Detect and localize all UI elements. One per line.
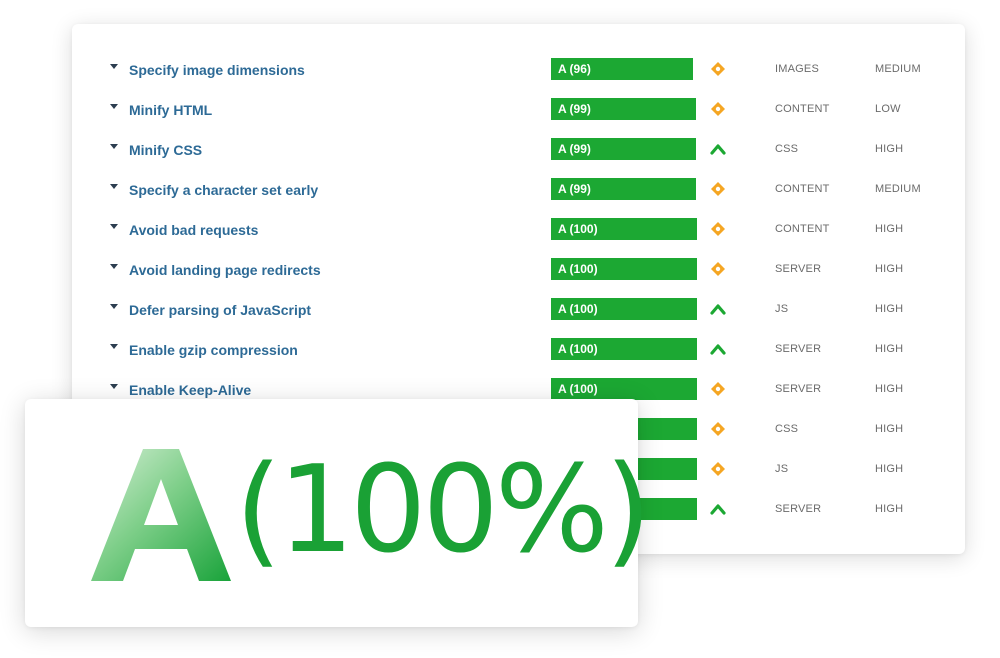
chevron-up-icon bbox=[710, 304, 726, 315]
chevron-up-icon bbox=[710, 344, 726, 355]
type-label: CONTENT bbox=[775, 103, 830, 115]
caret-down-icon[interactable] bbox=[110, 384, 118, 389]
recommendation-name[interactable]: Avoid landing page redirects bbox=[129, 262, 321, 278]
type-label: CSS bbox=[775, 143, 799, 155]
grade-bar: A (99) bbox=[551, 98, 696, 120]
caret-down-icon[interactable] bbox=[110, 344, 118, 349]
type-label: CONTENT bbox=[775, 223, 830, 235]
recommendation-row[interactable]: Avoid landing page redirects A (100) SERVE… bbox=[72, 250, 965, 290]
diamond-icon bbox=[711, 382, 725, 396]
priority-label: HIGH bbox=[875, 143, 904, 155]
priority-label: HIGH bbox=[875, 423, 904, 435]
diamond-icon bbox=[711, 422, 725, 436]
recommendation-name[interactable]: Minify CSS bbox=[129, 142, 202, 158]
grade-bar: A (100) bbox=[551, 298, 697, 320]
recommendation-name[interactable]: Specify a character set early bbox=[129, 182, 318, 198]
type-label: JS bbox=[775, 303, 789, 315]
caret-down-icon[interactable] bbox=[110, 304, 118, 309]
diamond-icon bbox=[711, 102, 725, 116]
recommendation-row[interactable]: Minify HTML A (99) CONTENT LOW bbox=[72, 90, 965, 130]
priority-label: HIGH bbox=[875, 263, 904, 275]
type-label: SERVER bbox=[775, 503, 822, 515]
diamond-icon bbox=[711, 62, 725, 76]
priority-label: HIGH bbox=[875, 303, 904, 315]
grade-bar: A (100) bbox=[551, 378, 697, 400]
priority-label: HIGH bbox=[875, 463, 904, 475]
diamond-icon bbox=[711, 182, 725, 196]
grade-bar: A (100) bbox=[551, 218, 697, 240]
recommendation-name[interactable]: Specify image dimensions bbox=[129, 62, 305, 78]
caret-down-icon[interactable] bbox=[110, 224, 118, 229]
grade-bar: A (99) bbox=[551, 138, 696, 160]
recommendation-row[interactable]: Minify CSS A (99) CSS HIGH bbox=[72, 130, 965, 170]
grade-letter-a bbox=[91, 449, 231, 581]
priority-label: HIGH bbox=[875, 503, 904, 515]
recommendation-name[interactable]: Enable Keep-Alive bbox=[129, 382, 251, 398]
recommendation-name[interactable]: Minify HTML bbox=[129, 102, 212, 118]
grade-percent: (100%) bbox=[235, 441, 652, 580]
diamond-icon bbox=[711, 222, 725, 236]
overall-grade-card: (100%) bbox=[25, 399, 652, 627]
grade-bar: A (99) bbox=[551, 178, 696, 200]
priority-label: HIGH bbox=[875, 223, 904, 235]
caret-down-icon[interactable] bbox=[110, 184, 118, 189]
recommendation-row[interactable]: Specify image dimensions A (96) IMAGES MEDI… bbox=[72, 50, 965, 90]
recommendation-row[interactable]: Specify a character set early A (99) CONTE… bbox=[72, 170, 965, 210]
chevron-up-icon bbox=[710, 144, 726, 155]
grade-bar: A (100) bbox=[551, 258, 697, 280]
recommendation-name[interactable]: Defer parsing of JavaScript bbox=[129, 302, 311, 318]
recommendation-name[interactable]: Enable gzip compression bbox=[129, 342, 298, 358]
type-label: IMAGES bbox=[775, 63, 819, 75]
diamond-icon bbox=[711, 462, 725, 476]
caret-down-icon[interactable] bbox=[110, 144, 118, 149]
recommendation-row[interactable]: Enable gzip compression A (100) SERVER HIGH bbox=[72, 330, 965, 370]
caret-down-icon[interactable] bbox=[110, 64, 118, 69]
type-label: CONTENT bbox=[775, 183, 830, 195]
type-label: SERVER bbox=[775, 383, 822, 395]
diamond-icon bbox=[711, 262, 725, 276]
priority-label: MEDIUM bbox=[875, 63, 921, 75]
recommendation-name[interactable]: Avoid bad requests bbox=[129, 222, 258, 238]
type-label: JS bbox=[775, 463, 789, 475]
recommendation-row[interactable]: Defer parsing of JavaScript A (100) JS HIGH bbox=[72, 290, 965, 330]
caret-down-icon[interactable] bbox=[110, 264, 118, 269]
grade-bar: A (96) bbox=[551, 58, 693, 80]
type-label: CSS bbox=[775, 423, 799, 435]
type-label: SERVER bbox=[775, 343, 822, 355]
priority-label: LOW bbox=[875, 103, 901, 115]
chevron-up-icon bbox=[710, 504, 726, 515]
type-label: SERVER bbox=[775, 263, 822, 275]
caret-down-icon[interactable] bbox=[110, 104, 118, 109]
priority-label: MEDIUM bbox=[875, 183, 921, 195]
grade-bar: A (100) bbox=[551, 338, 697, 360]
priority-label: HIGH bbox=[875, 383, 904, 395]
recommendation-row[interactable]: Avoid bad requests A (100) CONTENT HIGH bbox=[72, 210, 965, 250]
priority-label: HIGH bbox=[875, 343, 904, 355]
